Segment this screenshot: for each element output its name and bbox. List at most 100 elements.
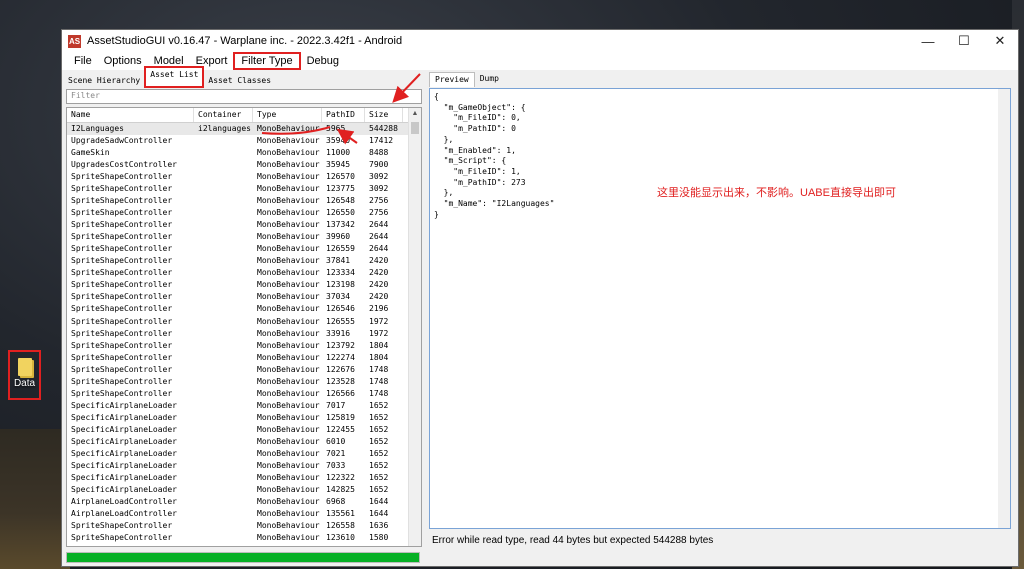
filter-input[interactable]: Filter <box>66 89 422 104</box>
tab-asset-classes[interactable]: Asset Classes <box>204 74 275 88</box>
cell-size: 1748 <box>369 364 389 374</box>
tab-scene-hierarchy[interactable]: Scene Hierarchy <box>64 74 144 88</box>
table-row[interactable]: GameSkin MonoBehaviour 11000 8488 <box>67 147 421 159</box>
table-row[interactable]: SpecificAirplaneLoader MonoBehaviour 12581… <box>67 412 421 424</box>
cell-type: MonoBehaviour <box>257 364 320 374</box>
table-row[interactable]: SpriteShapeController MonoBehaviour 122676… <box>67 364 421 376</box>
table-row[interactable]: SpriteShapeController MonoBehaviour 126559… <box>67 243 421 255</box>
cell-type: MonoBehaviour <box>257 172 320 182</box>
cell-type: MonoBehaviour <box>257 208 320 218</box>
cell-type: MonoBehaviour <box>257 292 320 302</box>
menu-file[interactable]: File <box>68 52 98 70</box>
table-row[interactable]: SpriteShapeController MonoBehaviour 126570… <box>67 171 421 183</box>
table-row[interactable]: SpriteShapeController MonoBehaviour 37034 2… <box>67 291 421 303</box>
table-row[interactable]: SpriteShapeController MonoBehaviour 123775… <box>67 183 421 195</box>
table-row[interactable]: SpriteShapeController MonoBehaviour 33916 1… <box>67 328 421 340</box>
column-header-pathid[interactable]: PathID <box>322 108 365 122</box>
table-row[interactable]: SpriteShapeController MonoBehaviour 126555… <box>67 316 421 328</box>
table-row[interactable]: SpriteShapeController MonoBehaviour 123334… <box>67 267 421 279</box>
tab-asset-list[interactable]: Asset List <box>144 66 205 88</box>
table-row[interactable]: SpriteShapeController MonoBehaviour 123792… <box>67 340 421 352</box>
cell-name: I2Languages <box>71 124 124 133</box>
cell-pathid: 35940 <box>326 136 351 146</box>
column-header-name[interactable]: Name <box>67 108 194 122</box>
table-row[interactable]: SpriteShapeController MonoBehaviour 39960 2… <box>67 231 421 243</box>
scroll-up-icon[interactable]: ▲ <box>409 108 421 120</box>
title-bar[interactable]: AS AssetStudioGUI v0.16.47 - Warplane in… <box>62 30 1018 52</box>
menu-debug[interactable]: Debug <box>301 52 345 70</box>
tab-preview[interactable]: Preview <box>429 72 475 87</box>
table-row[interactable]: AirplaneLoadController MonoBehaviour 13556… <box>67 508 421 520</box>
close-button[interactable]: ✕ <box>982 30 1018 52</box>
cell-container <box>194 231 253 243</box>
cell-pathid: 126566 <box>326 388 355 398</box>
cell-pathid: 122274 <box>326 352 355 362</box>
cell-name: AirplaneLoadController <box>71 509 177 518</box>
table-row[interactable]: SpriteShapeController MonoBehaviour 126546… <box>67 303 421 315</box>
cell-size: 1652 <box>369 484 389 494</box>
cell-size: 1652 <box>369 400 389 410</box>
table-row[interactable]: SpecificAirplaneLoader MonoBehaviour 7021 1… <box>67 448 421 460</box>
preview-text-area[interactable]: { "m_GameObject": { "m_FileID": 0, "m_Pa… <box>429 88 1011 529</box>
table-row[interactable]: SpriteShapeController MonoBehaviour 122274… <box>67 352 421 364</box>
table-row[interactable]: SpecificAirplaneLoader MonoBehaviour 14282… <box>67 484 421 496</box>
table-row[interactable]: SpriteShapeController MonoBehaviour 37841 2… <box>67 255 421 267</box>
cell-size: 1644 <box>369 496 389 506</box>
cell-type: MonoBehaviour <box>257 400 320 410</box>
annotation-note: 这里没能显示出来，不影响。UABE直接导出即可 <box>657 187 896 199</box>
cell-pathid: 37034 <box>326 292 351 302</box>
cell-name: SpriteShapeController <box>71 364 173 374</box>
cell-size: 2756 <box>369 196 389 206</box>
table-row[interactable]: SpecificAirplaneLoader MonoBehaviour 12245… <box>67 424 421 436</box>
cell-type: MonoBehaviour <box>257 244 320 254</box>
asset-table: Name Container Type PathID Size I2Langua… <box>66 107 422 547</box>
cell-pathid: 126550 <box>326 208 355 218</box>
table-row[interactable]: AirplaneLoadController MonoBehaviour 6968 1… <box>67 496 421 508</box>
right-tab-strip: Preview Dump <box>429 72 1015 87</box>
table-row[interactable]: SpriteShapeController MonoBehaviour 126558… <box>67 520 421 532</box>
cell-name: SpecificAirplaneLoader <box>71 436 177 446</box>
table-row[interactable]: SpecificAirplaneLoader MonoBehaviour 12232… <box>67 472 421 484</box>
table-row[interactable]: SpecificAirplaneLoader MonoBehaviour 7017 1… <box>67 400 421 412</box>
cell-name: SpecificAirplaneLoader <box>71 448 177 458</box>
cell-size: 2420 <box>369 292 389 302</box>
tab-dump[interactable]: Dump <box>475 72 504 86</box>
table-row[interactable]: SpriteShapeController MonoBehaviour 137342… <box>67 219 421 231</box>
cell-container <box>194 448 253 460</box>
cell-type: MonoBehaviour <box>257 256 320 266</box>
folder-icon <box>17 358 32 376</box>
scroll-thumb[interactable] <box>411 122 419 134</box>
cell-pathid: 39960 <box>326 232 351 242</box>
table-row[interactable]: UpgradeSadwController MonoBehaviour 35940 1… <box>67 135 421 147</box>
table-row[interactable]: SpriteShapeController MonoBehaviour 123528… <box>67 376 421 388</box>
cell-size: 1636 <box>369 521 389 531</box>
cell-container <box>194 183 253 195</box>
cell-type: MonoBehaviour <box>257 328 320 338</box>
column-header-type[interactable]: Type <box>253 108 322 122</box>
cell-container <box>194 135 253 147</box>
menu-options[interactable]: Options <box>98 52 148 70</box>
column-header-container[interactable]: Container <box>194 108 253 122</box>
vertical-scrollbar[interactable]: ▲ <box>408 108 421 546</box>
table-row[interactable]: SpriteShapeController MonoBehaviour 126566… <box>67 388 421 400</box>
table-row[interactable]: SpriteShapeController MonoBehaviour 126550… <box>67 207 421 219</box>
table-row[interactable]: I2Languages i2languages MonoBehaviour 5965 5… <box>67 123 421 136</box>
table-row[interactable]: SpriteShapeController MonoBehaviour 123198… <box>67 279 421 291</box>
cell-name: SpriteShapeController <box>71 172 173 182</box>
maximize-button[interactable]: ☐ <box>946 30 982 52</box>
table-row[interactable]: SpriteShapeController MonoBehaviour 126548… <box>67 195 421 207</box>
table-body: I2Languages i2languages MonoBehaviour 5965 5… <box>67 123 421 544</box>
preview-scrollbar[interactable] <box>998 89 1010 528</box>
menu-filter-type[interactable]: Filter Type <box>233 52 301 70</box>
desktop-data-folder[interactable]: Data <box>8 350 41 400</box>
column-header-size[interactable]: Size <box>365 108 403 122</box>
table-row[interactable]: SpecificAirplaneLoader MonoBehaviour 7033 1… <box>67 460 421 472</box>
table-row[interactable]: UpgradesCostController MonoBehaviour 35945… <box>67 159 421 171</box>
cell-container <box>194 316 253 328</box>
minimize-button[interactable]: — <box>910 30 946 52</box>
table-row[interactable]: SpriteShapeController MonoBehaviour 123610… <box>67 532 421 544</box>
left-tab-strip: Scene Hierarchy Asset List Asset Classes <box>64 66 424 88</box>
cell-container <box>194 291 253 303</box>
cell-type: MonoBehaviour <box>257 304 320 314</box>
table-row[interactable]: SpecificAirplaneLoader MonoBehaviour 6010 1… <box>67 436 421 448</box>
